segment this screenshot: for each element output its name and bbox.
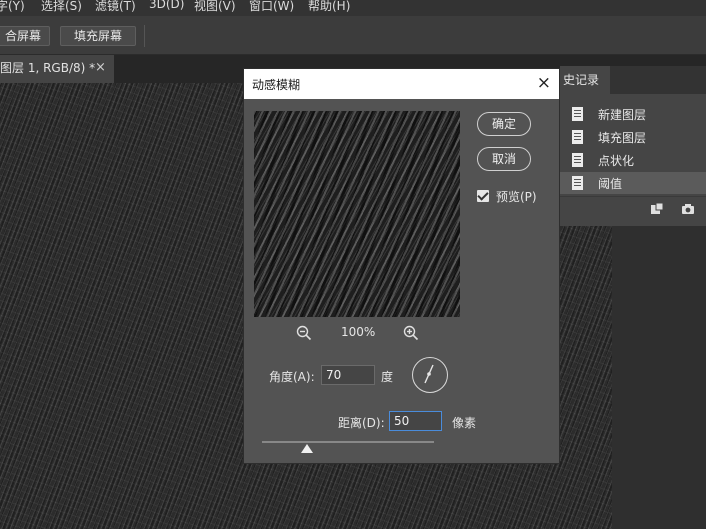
- menu-item-view[interactable]: 视图(V): [194, 0, 236, 14]
- document-tab[interactable]: 图层 1, RGB/8) * ×: [0, 55, 114, 83]
- history-tab[interactable]: 史记录: [560, 66, 610, 94]
- distance-input[interactable]: 50: [389, 411, 442, 431]
- zoom-level: 100%: [341, 325, 376, 339]
- menu-item-type[interactable]: 字(Y): [0, 0, 25, 14]
- history-panel: 史记录 新建图层 填充图层 点状化 阈值: [560, 66, 706, 226]
- angle-input[interactable]: 70: [321, 365, 375, 385]
- menu-bar: 字(Y) 选择(S) 滤镜(T) 3D(D) 视图(V) 窗口(W) 帮助(H): [0, 0, 706, 16]
- document-icon: [572, 153, 583, 167]
- zoom-out-icon[interactable]: [296, 325, 312, 341]
- history-item[interactable]: 新建图层: [560, 103, 706, 125]
- new-document-from-state-icon[interactable]: [650, 202, 664, 219]
- history-panel-header: 史记录: [560, 66, 706, 94]
- angle-label: 角度(A):: [269, 370, 315, 384]
- zoom-in-icon[interactable]: [403, 325, 419, 341]
- history-panel-footer: [560, 196, 706, 223]
- ok-button[interactable]: 确定: [477, 112, 531, 136]
- history-item-label: 填充图层: [598, 131, 647, 145]
- history-item[interactable]: 点状化: [560, 149, 706, 171]
- history-item[interactable]: 填充图层: [560, 126, 706, 148]
- dialog-title: 动感模糊: [252, 78, 301, 92]
- menu-item-select[interactable]: 选择(S): [41, 0, 82, 14]
- preview-checkbox-label: 预览(P): [496, 190, 537, 204]
- preview-checkbox[interactable]: [477, 189, 489, 202]
- history-item-label: 新建图层: [598, 108, 647, 122]
- menu-item-window[interactable]: 窗口(W): [249, 0, 294, 14]
- history-item-label: 点状化: [598, 154, 635, 168]
- dialog-title-bar: 动感模糊 ×: [244, 69, 559, 99]
- fill-screen-button[interactable]: 填充屏幕: [60, 26, 136, 46]
- menu-item-help[interactable]: 帮助(H): [308, 0, 350, 14]
- fit-screen-button[interactable]: 合屏幕: [0, 26, 50, 46]
- distance-slider-track[interactable]: [262, 441, 434, 443]
- document-icon: [572, 176, 583, 190]
- menu-item-filter[interactable]: 滤镜(T): [95, 0, 136, 14]
- toolbar-divider: [144, 25, 145, 47]
- angle-unit: 度: [381, 370, 394, 384]
- distance-label: 距离(D):: [338, 416, 385, 430]
- document-tab-title: 图层 1, RGB/8) *: [0, 61, 96, 75]
- distance-slider-thumb[interactable]: [301, 444, 313, 453]
- history-item-selected[interactable]: 阈值: [560, 172, 706, 194]
- history-item-label: 阈值: [598, 177, 623, 191]
- motion-blur-dialog: 动感模糊 × 确定 取消 预览(P) 100% 角度(A): 70 度 距离(D…: [243, 68, 560, 464]
- cancel-button[interactable]: 取消: [477, 147, 531, 171]
- filter-preview[interactable]: [254, 111, 460, 317]
- close-dialog-icon[interactable]: ×: [537, 73, 551, 93]
- menu-item-3d[interactable]: 3D(D): [149, 0, 184, 11]
- close-tab-icon[interactable]: ×: [95, 55, 106, 81]
- angle-dial-icon[interactable]: [412, 357, 448, 393]
- camera-icon[interactable]: [681, 202, 695, 219]
- distance-unit: 像素: [452, 416, 477, 430]
- document-icon: [572, 130, 583, 144]
- options-bar: 合屏幕 填充屏幕: [0, 16, 706, 55]
- check-icon: [477, 189, 489, 201]
- document-icon: [572, 107, 583, 121]
